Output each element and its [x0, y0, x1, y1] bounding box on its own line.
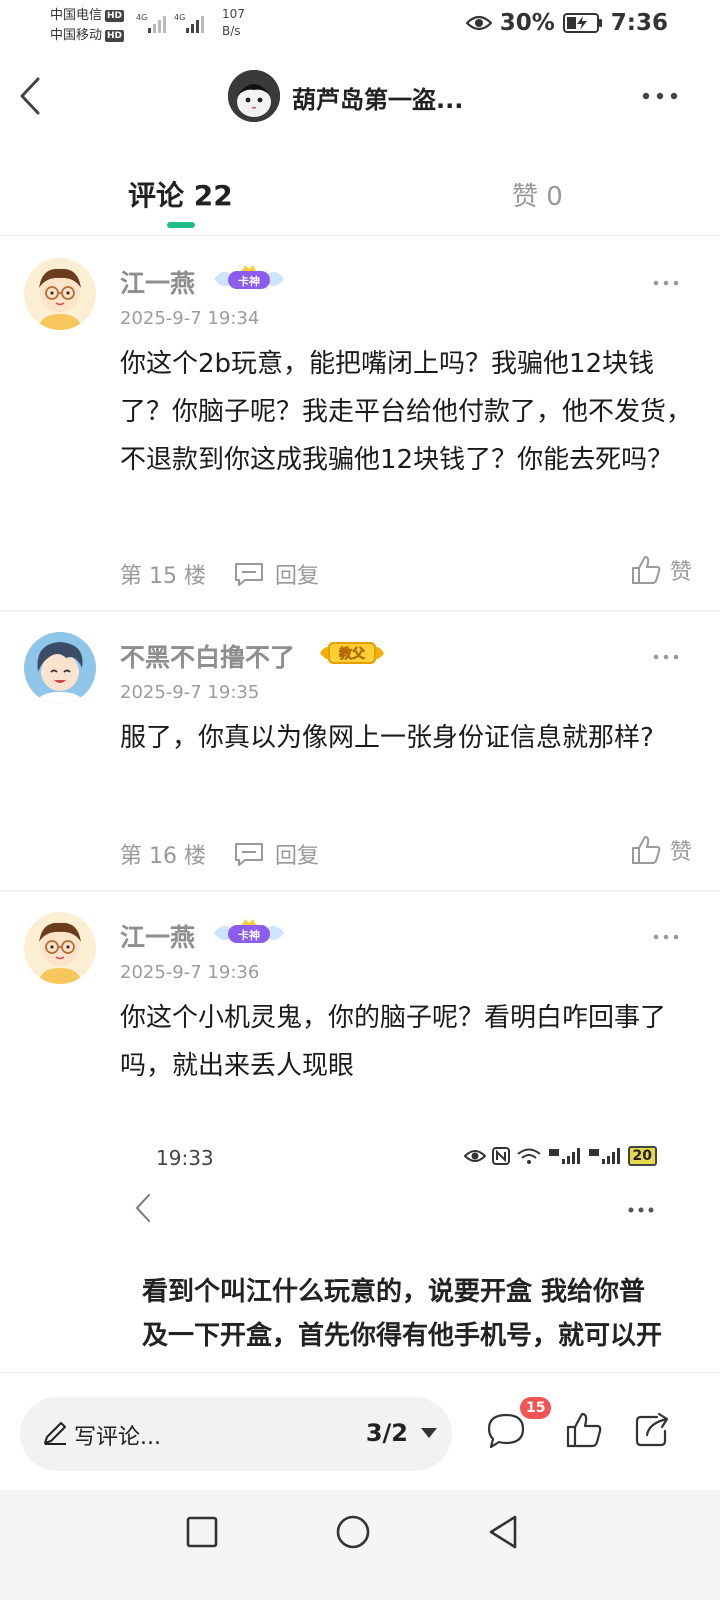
- more-horizontal-icon[interactable]: [652, 932, 680, 942]
- wifi-icon: [516, 1148, 541, 1164]
- badge-label: 卡神: [238, 928, 260, 942]
- circle-home-icon[interactable]: [333, 1512, 373, 1552]
- carrier-2: 中国移动: [50, 28, 103, 43]
- comment-item: 不黑不白撸不了 教父 2025-9-7 19:35 服了，你真以为像网上一张身份…: [0, 614, 720, 892]
- reply-icon: [235, 843, 263, 866]
- more-horizontal-icon[interactable]: [640, 86, 680, 106]
- carrier-info: 中国电信 HD 中国移动 HD: [50, 6, 125, 46]
- hd-badge: HD: [105, 30, 125, 42]
- chevron-left-icon: [135, 1194, 150, 1222]
- comment-text: 服了，你真以为像网上一张身份证信息就那样?: [120, 723, 654, 753]
- embed-post-text: 看到个叫江什么玩意的，说要开盒 我给你普及一下开盒，首先你得有他手机号，就可以开: [142, 1277, 663, 1351]
- avatar[interactable]: [228, 70, 280, 122]
- svg-text:4G: 4G: [136, 13, 147, 22]
- svg-text:4G: 4G: [174, 13, 185, 22]
- embed-clock: 19:33: [156, 1146, 214, 1170]
- username[interactable]: 江一燕: [120, 918, 195, 954]
- signal-5g-icon: [548, 1148, 580, 1164]
- reply-button[interactable]: 回复: [233, 838, 319, 870]
- avatar[interactable]: [24, 632, 96, 704]
- comment-item: 江一燕 卡神 2025-9-7 19:34 你这个2b玩意，能把嘴闭上吗？我骗他…: [0, 240, 720, 612]
- embed-status-icons: 20: [463, 1146, 657, 1166]
- like-button[interactable]: 赞: [630, 834, 692, 866]
- comment-placeholder: 写评论...: [74, 1425, 161, 1450]
- signal-5g-icon: [588, 1148, 620, 1164]
- more-horizontal-icon[interactable]: [652, 652, 680, 662]
- comment-icon[interactable]: [486, 1411, 526, 1451]
- comment-count-badge: 15: [520, 1397, 552, 1419]
- tab-likes[interactable]: 赞 0: [512, 176, 563, 213]
- username[interactable]: 江一燕: [120, 264, 195, 300]
- tab-bar: 评论 22 赞 0: [0, 160, 720, 236]
- floor-number: 第 16 楼: [120, 844, 206, 869]
- nfc-icon: [491, 1147, 510, 1165]
- comment-time: 2025-9-7 19:36: [120, 962, 260, 983]
- comment-image[interactable]: 19:33 20 看到个叫江什么玩意的，说要开盒 我给你普及一下开盒，首先你得有…: [120, 1140, 705, 1400]
- embed-battery: 20: [627, 1146, 657, 1166]
- square-recent-icon[interactable]: [182, 1512, 222, 1552]
- page-title: 葫芦岛第一盗...: [292, 86, 464, 114]
- write-comment-input[interactable]: 写评论... 3/2: [20, 1397, 452, 1471]
- reply-button[interactable]: 回复: [233, 558, 319, 590]
- badge-label: 教父: [338, 646, 366, 662]
- signal-icon: 4G: [174, 12, 210, 34]
- like-button[interactable]: 赞: [630, 554, 692, 586]
- eye-icon: [465, 15, 492, 31]
- avatar[interactable]: [24, 912, 96, 984]
- like-label: 赞: [669, 560, 692, 585]
- tab-comments[interactable]: 评论 22: [128, 174, 233, 214]
- share-icon[interactable]: [633, 1411, 671, 1449]
- badge-label: 卡神: [238, 274, 260, 288]
- more-horizontal-icon[interactable]: [652, 278, 680, 288]
- thumbs-up-icon: [631, 836, 661, 864]
- thumbs-up-icon[interactable]: [565, 1411, 603, 1449]
- reply-icon: [235, 563, 263, 586]
- reply-label: 回复: [275, 564, 320, 589]
- thumbs-up-icon: [631, 556, 661, 584]
- comment-text: 你这个2b玩意，能把嘴闭上吗？我骗他12块钱了？你脑子呢？我走平台给他付款了，他…: [120, 349, 693, 475]
- comment-time: 2025-9-7 19:34: [120, 308, 260, 329]
- badge: 卡神: [212, 264, 286, 294]
- caret-down-icon[interactable]: [420, 1427, 438, 1439]
- net-speed: 107 B/s: [222, 7, 245, 38]
- reply-label: 回复: [275, 844, 320, 869]
- status-right: 30% 7:36: [465, 10, 668, 36]
- like-label: 赞: [669, 840, 692, 865]
- avatar[interactable]: [24, 258, 96, 330]
- chevron-left-icon[interactable]: [16, 75, 44, 117]
- signal-icon: 4G: [136, 12, 168, 34]
- comment-text: 你这个小机灵鬼，你的脑子呢？看明白咋回事了吗，就出来丢人现眼: [120, 1003, 667, 1081]
- carrier-1: 中国电信: [50, 8, 103, 23]
- pen-icon: [44, 1422, 66, 1445]
- battery-charging-icon: [562, 13, 602, 33]
- tab-indicator: [167, 222, 195, 228]
- bottom-action-bar: 写评论... 3/2 15: [0, 1372, 720, 1490]
- badge: 卡神: [212, 918, 286, 948]
- top-header: 葫芦岛第一盗...: [0, 60, 720, 132]
- eye-icon: [463, 1150, 486, 1162]
- system-nav-bar: [0, 1490, 720, 1600]
- hd-badge: HD: [105, 10, 125, 22]
- floor-number: 第 15 楼: [120, 564, 206, 589]
- comment-time: 2025-9-7 19:35: [120, 682, 260, 703]
- status-bar: 中国电信 HD 中国移动 HD 4G 4G 107 B/s 30% 7:36: [0, 0, 720, 50]
- triangle-back-icon[interactable]: [484, 1512, 524, 1552]
- battery-percent: 30%: [499, 10, 555, 36]
- more-horizontal-icon: [628, 1207, 654, 1213]
- clock: 7:36: [610, 10, 668, 36]
- page-indicator[interactable]: 3/2: [366, 1419, 408, 1447]
- username[interactable]: 不黑不白撸不了: [120, 638, 295, 674]
- badge: 教父: [318, 638, 386, 668]
